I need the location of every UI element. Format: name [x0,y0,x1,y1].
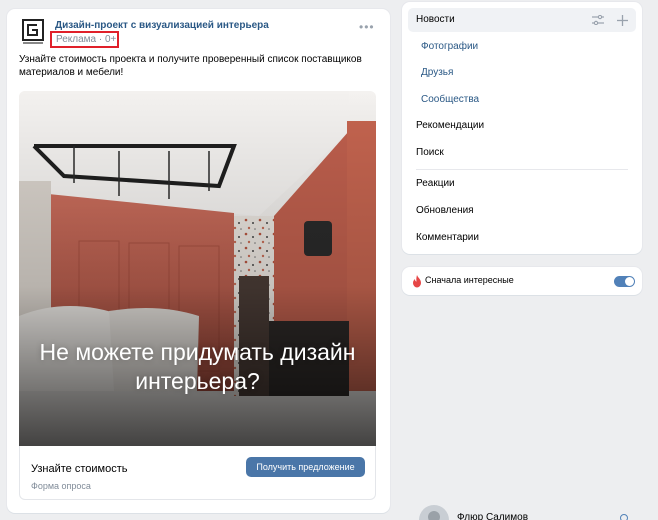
ad-footer-subtitle: Форма опроса [31,481,91,491]
friend-name[interactable]: Флюр Салимов [457,512,528,520]
avatar[interactable] [419,505,449,520]
post-author-link[interactable]: Дизайн-проект с визуализацией интерьера [55,20,269,31]
get-offer-button[interactable]: Получить предложение [246,457,365,477]
plus-icon[interactable] [617,14,628,26]
nav-item-friends[interactable]: Друзья [408,61,636,85]
interesting-first-label: Сначала интересные [425,275,514,285]
nav-item-search[interactable]: Поиск [408,141,636,165]
nav-item-news[interactable]: Новости [408,8,636,32]
online-status-icon [620,514,628,520]
settings-sliders-icon[interactable] [592,15,604,25]
nav-item-photos[interactable]: Фотографии [408,35,636,59]
interesting-first-toggle-row[interactable]: Сначала интересные [402,267,642,295]
nav-item-recommendations[interactable]: Рекомендации [408,114,636,138]
nav-item-comments[interactable]: Комментарии [408,226,636,250]
nav-item-updates[interactable]: Обновления [408,199,636,223]
ad-post-card: Дизайн-проект с визуализацией интерьера … [7,9,390,513]
toggle-knob [625,277,634,286]
ad-image[interactable]: Не можете придумать дизайн интерьера? [19,91,376,446]
more-horizontal-icon[interactable]: ••• [359,21,377,33]
fire-icon [413,275,421,288]
nav-item-communities[interactable]: Сообщества [408,88,636,112]
ad-footer-title: Узнайте стоимость [31,463,128,475]
nav-item-label: Новости [416,14,455,25]
brand-logo-icon[interactable] [22,19,46,47]
ad-image-headline: Не можете придумать дизайн интерьера? [39,339,356,394]
interesting-first-toggle[interactable] [614,276,635,287]
feed-nav-card: Новости Фотографии Друзья Сообщества Рек… [402,2,642,254]
ad-footer: Узнайте стоимость Форма опроса Получить … [19,446,376,500]
nav-divider [416,169,628,170]
ad-label: Реклама · 0+ [50,31,119,48]
post-text: Узнайте стоимость проекта и получите про… [19,54,362,78]
nav-item-reactions[interactable]: Реакции [408,172,636,196]
